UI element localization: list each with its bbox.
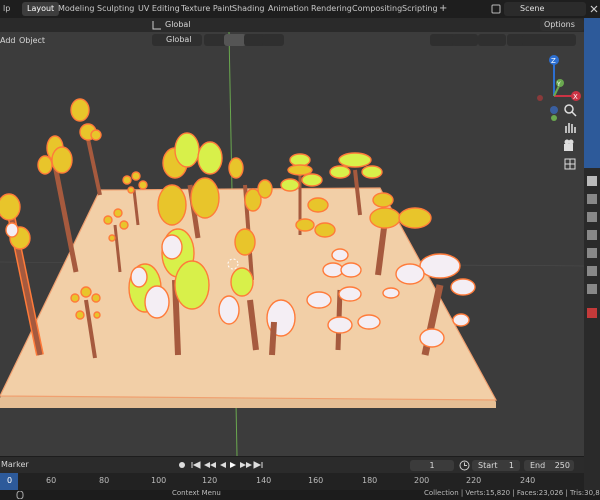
falloff-button[interactable] [262, 34, 284, 46]
context-menu-hint: Context Menu [172, 489, 221, 497]
scene-icon [491, 4, 501, 14]
add-workspace-button[interactable]: + [434, 2, 452, 16]
scene-render [0, 32, 584, 456]
viewport-header: Options Global [0, 18, 584, 32]
scene-selector[interactable] [490, 2, 502, 16]
options-dropdown[interactable]: Options [540, 19, 584, 31]
zoom-icon[interactable] [562, 102, 578, 118]
properties-tab-strip [584, 18, 600, 500]
end-label: End [530, 461, 546, 470]
playback-controls [176, 459, 264, 471]
marker-menu[interactable]: Marker [1, 460, 29, 469]
frame-tick: 80 [99, 476, 110, 485]
start-value: 1 [508, 461, 514, 470]
world-tab-icon[interactable] [587, 266, 597, 276]
shading-mode-buttons[interactable] [522, 34, 576, 46]
texture-tab-icon[interactable] [587, 308, 597, 318]
orientation-label: Global [166, 35, 192, 44]
playback-icons[interactable] [176, 459, 264, 471]
transform-orientation-dropdown[interactable]: Global [152, 34, 202, 46]
current-frame-field[interactable]: 1 [410, 460, 454, 471]
view-layer-tab-icon[interactable] [587, 230, 597, 240]
current-frame-value: 1 [429, 461, 435, 470]
object-menu[interactable]: Object [15, 35, 47, 47]
clock-icon[interactable] [459, 460, 470, 471]
frame-tick: 220 [466, 476, 482, 485]
options-label: Options [544, 20, 575, 29]
frame-tick: 140 [256, 476, 272, 485]
camera-icon[interactable] [562, 138, 578, 154]
frame-tick: 180 [362, 476, 378, 485]
end-value: 250 [554, 461, 570, 470]
status-bar: Context Menu Collection | Verts:15,820 |… [0, 489, 600, 500]
object-menu-label: Object [19, 36, 46, 45]
workspace-bar: lp Layout Modeling Sculpting UV Editing … [0, 0, 600, 18]
orientation-icon [152, 21, 161, 30]
tool-tab-icon[interactable] [587, 176, 597, 186]
orientation-text[interactable]: Global [165, 19, 191, 31]
start-frame-field[interactable]: Start 1 [472, 460, 520, 471]
snap-toggle-button[interactable] [224, 34, 246, 46]
frame-tick: 160 [308, 476, 324, 485]
gizmo-x-label: X [573, 93, 578, 101]
grid-view-icon[interactable] [562, 156, 578, 172]
frame-tick: 100 [151, 476, 167, 485]
scene-statistics: Collection | Verts:15,820 | Faces:23,026… [424, 489, 600, 497]
overlay-toggle-button[interactable] [478, 34, 506, 46]
frame-tick: 0 [7, 476, 13, 485]
render-tab-icon[interactable] [587, 194, 597, 204]
add-menu-label: Add [0, 36, 16, 45]
frame-tick: 240 [520, 476, 536, 485]
gizmo-y-label: Y [556, 81, 561, 88]
scene-tab-icon[interactable] [587, 248, 597, 258]
mouse-icon [16, 491, 24, 499]
timeline-header: Marker 1 Start 1 End 250 [0, 457, 584, 473]
timeline-ruler[interactable]: 0 60 80 100 120 140 160 180 200 220 240 [0, 473, 584, 490]
object-tab-icon[interactable] [587, 284, 597, 294]
scene-name-field[interactable]: Scene [504, 2, 586, 16]
menu-help-fragment[interactable]: lp [0, 2, 15, 16]
frame-tick: 120 [202, 476, 218, 485]
frame-tick: 200 [414, 476, 430, 485]
3d-viewport[interactable]: Global Add Object Z Y X [0, 32, 584, 456]
output-tab-icon[interactable] [587, 212, 597, 222]
gizmo-toggle-button[interactable] [452, 34, 478, 46]
pan-hand-icon[interactable] [562, 120, 578, 136]
scene-name: Scene [520, 4, 545, 13]
start-label: Start [478, 461, 498, 470]
outliner-edge [584, 18, 600, 168]
gizmo-z-label: Z [551, 57, 556, 65]
close-scene-icon[interactable] [589, 4, 599, 14]
end-frame-field[interactable]: End 250 [524, 460, 574, 471]
frame-tick: 60 [46, 476, 57, 485]
